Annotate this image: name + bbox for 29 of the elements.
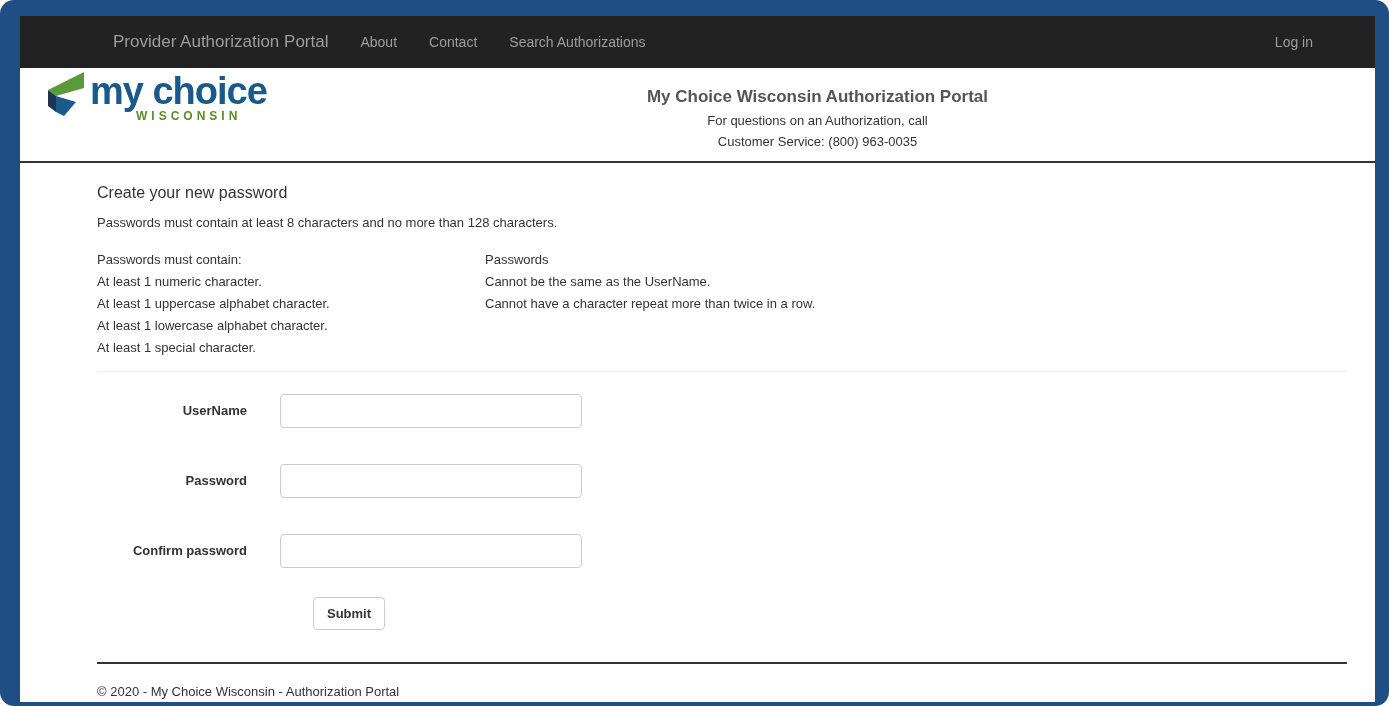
field-label: Confirm password bbox=[131, 541, 248, 560]
rule-text: Cannot have a character repeat more than twice in a row. bbox=[485, 294, 816, 313]
logo-wordmark: my choice bbox=[90, 72, 267, 110]
rule-text: At least 1 numeric character. bbox=[97, 272, 263, 291]
portal-title: My Choice Wisconsin Authorization Portal bbox=[646, 86, 989, 108]
footer-text: © 2020 - My Choice Wisconsin - Authorization Portal bbox=[97, 683, 401, 702]
input-field[interactable] bbox=[280, 393, 582, 428]
logo-subtitle: WISCONSIN bbox=[136, 110, 243, 122]
nav-link[interactable]: Search Authorizations bbox=[509, 31, 646, 53]
brand-link[interactable]: Provider Authorization Portal bbox=[113, 29, 329, 55]
nav-link[interactable]: Contact bbox=[429, 31, 478, 53]
login-link[interactable]: Log in bbox=[1274, 31, 1313, 53]
input-field[interactable] bbox=[280, 463, 582, 498]
rule-text: At least 1 uppercase alphabet character. bbox=[97, 294, 331, 313]
rule-text: At least 1 lowercase alphabet character. bbox=[97, 316, 329, 335]
page-heading: Create your new password bbox=[97, 183, 289, 203]
rule-text: At least 1 special character. bbox=[97, 338, 257, 357]
rule-text: Cannot be the same as the UserName. bbox=[485, 272, 712, 291]
nav-link[interactable]: About bbox=[360, 31, 398, 53]
submit-button[interactable]: Submit bbox=[313, 596, 386, 631]
rule-title: Passwords must contain: bbox=[97, 250, 243, 269]
header-text: For questions on an Authorization, call bbox=[706, 111, 929, 130]
intro-text: Passwords must contain at least 8 characters and no more than 128 characters. bbox=[97, 214, 559, 233]
header-text: Customer Service: (800) 963-0035 bbox=[716, 132, 919, 151]
input-field[interactable] bbox=[280, 533, 582, 568]
logo-mark-icon bbox=[46, 72, 86, 116]
field-label: Password bbox=[184, 471, 248, 490]
field-label: UserName bbox=[181, 401, 248, 420]
rule-title: Passwords bbox=[485, 250, 550, 269]
